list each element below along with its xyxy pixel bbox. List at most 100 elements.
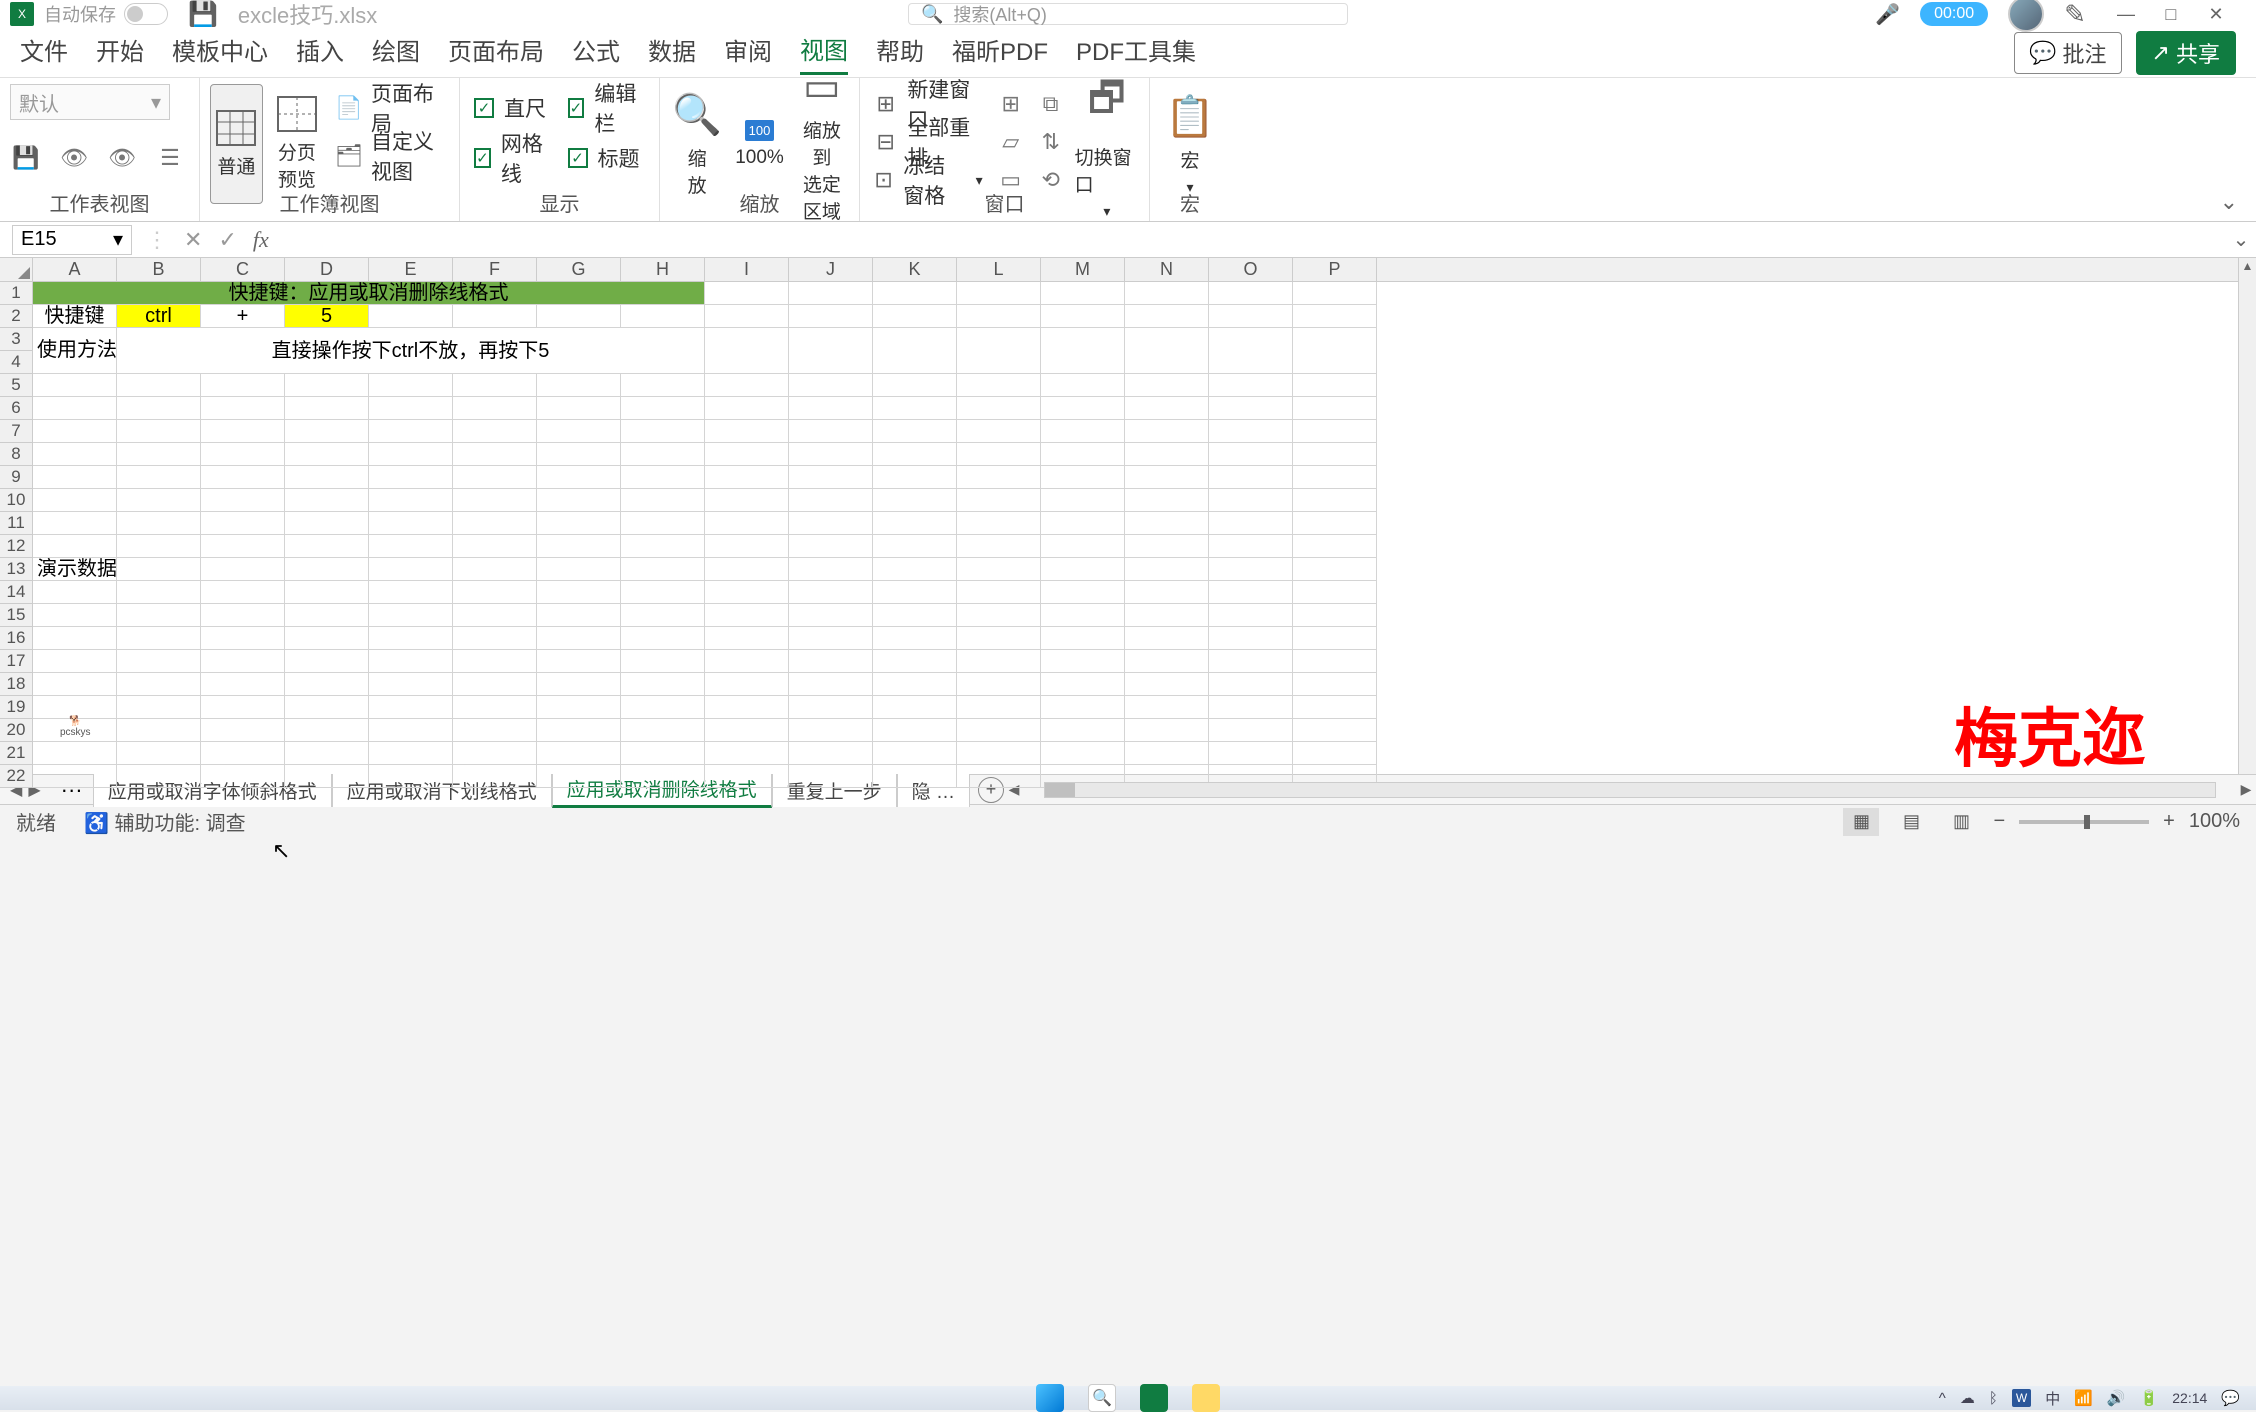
row-header[interactable]: 18 [0,673,32,696]
column-headers[interactable]: A B C D E F G H I J K L M N O P [33,258,2238,282]
cell[interactable] [957,673,1041,696]
cell[interactable] [873,512,957,535]
row-header[interactable]: 13 [0,558,32,581]
cell[interactable] [873,420,957,443]
cell[interactable] [453,420,537,443]
cell[interactable] [873,627,957,650]
cell[interactable] [1209,374,1293,397]
cell[interactable] [201,374,285,397]
cell[interactable] [1041,673,1125,696]
cell[interactable] [1041,558,1125,581]
row-header[interactable]: 2 [0,305,32,328]
cell[interactable] [537,397,621,420]
cell[interactable] [957,489,1041,512]
cell[interactable] [1293,466,1377,489]
word-tray-icon[interactable]: W [2012,1389,2031,1407]
cell[interactable] [1125,719,1209,742]
cell[interactable] [789,374,873,397]
cell[interactable] [621,627,705,650]
cell[interactable] [621,558,705,581]
cell[interactable] [453,742,537,765]
draw-icon[interactable]: ✎ [2064,0,2086,30]
cell[interactable] [117,604,201,627]
cell[interactable] [537,719,621,742]
cell[interactable] [1041,397,1125,420]
cell[interactable] [621,443,705,466]
cell[interactable] [285,719,369,742]
cell[interactable] [705,650,789,673]
cell[interactable] [1293,305,1377,328]
cell[interactable]: ctrl [117,305,201,328]
cell[interactable] [117,535,201,558]
cell[interactable] [33,627,117,650]
cell[interactable] [1293,489,1377,512]
cell[interactable] [789,397,873,420]
cell[interactable] [957,696,1041,719]
cell[interactable] [369,489,453,512]
col-header[interactable]: N [1125,258,1209,281]
cell[interactable] [1041,581,1125,604]
row-headers[interactable]: 12345678910111213141516171819202122 [0,282,33,788]
scroll-up-icon[interactable]: ▲ [2239,258,2256,276]
ime-icon[interactable]: 中 [2045,1388,2060,1409]
cell[interactable] [705,627,789,650]
cell[interactable] [201,650,285,673]
cell[interactable] [957,765,1041,788]
search-box[interactable]: 🔍 搜索(Alt+Q) [908,3,1348,25]
cell[interactable] [201,673,285,696]
cell[interactable] [369,627,453,650]
cell[interactable] [789,489,873,512]
cell[interactable] [1293,535,1377,558]
cell[interactable] [453,673,537,696]
cell[interactable] [117,719,201,742]
cell[interactable] [789,282,873,305]
cell[interactable] [201,581,285,604]
cell[interactable] [1041,604,1125,627]
cell[interactable] [873,282,957,305]
cell[interactable] [117,650,201,673]
ribbon-expand-icon[interactable]: ⌄ [2220,189,2238,215]
cell[interactable] [285,535,369,558]
cell[interactable] [1209,512,1293,535]
cell[interactable] [1125,650,1209,673]
tab-pdf-tools[interactable]: PDF工具集 [1076,32,1196,73]
row-header[interactable]: 20 [0,719,32,742]
cell[interactable] [873,742,957,765]
vertical-scrollbar[interactable]: ▲ [2238,258,2256,774]
minimize-button[interactable]: — [2106,4,2146,25]
formula-input[interactable] [283,225,2226,255]
cell[interactable] [873,604,957,627]
cell[interactable] [453,604,537,627]
cell[interactable] [621,374,705,397]
cell[interactable] [453,466,537,489]
cell[interactable] [957,581,1041,604]
cell[interactable] [285,604,369,627]
cell[interactable] [33,374,117,397]
col-header[interactable]: I [705,258,789,281]
cell[interactable] [873,466,957,489]
cell[interactable] [285,581,369,604]
exit-view-icon[interactable]: 👁 [58,142,90,174]
col-header[interactable]: D [285,258,369,281]
cell[interactable] [621,397,705,420]
cell[interactable] [285,397,369,420]
cell[interactable] [705,719,789,742]
col-header[interactable]: O [1209,258,1293,281]
cell[interactable]: 快捷键 [33,305,117,328]
cell[interactable] [789,558,873,581]
cell[interactable] [789,328,873,374]
cell[interactable] [705,374,789,397]
cell[interactable] [957,328,1041,374]
cell[interactable] [1209,742,1293,765]
cell[interactable] [285,558,369,581]
cell[interactable] [789,581,873,604]
cell[interactable] [1125,397,1209,420]
cell[interactable] [369,696,453,719]
cell[interactable] [33,673,117,696]
cell[interactable] [1293,581,1377,604]
tray-chevron-icon[interactable]: ^ [1939,1390,1946,1407]
cell[interactable] [1209,489,1293,512]
cell[interactable]: 演示数据 [33,558,117,581]
page-break-view-icon[interactable]: ▥ [1943,808,1979,836]
cell[interactable] [1125,420,1209,443]
